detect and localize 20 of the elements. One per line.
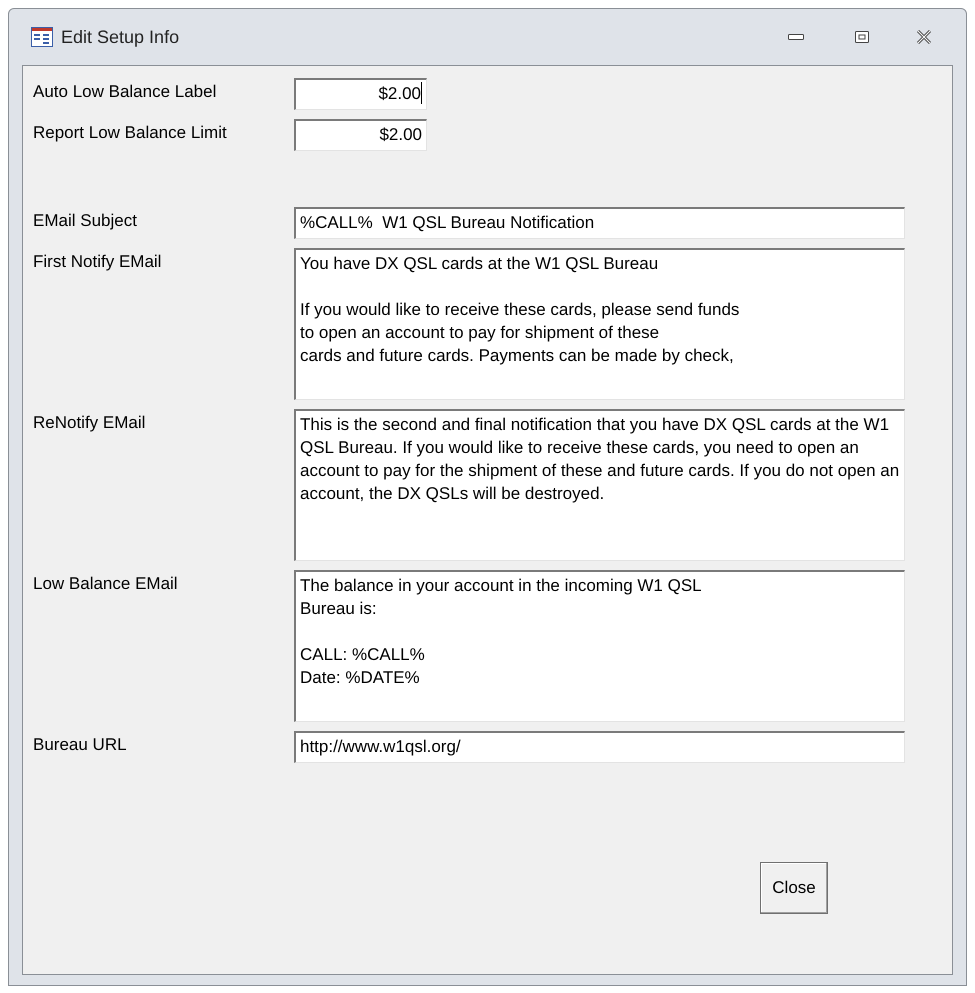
field-label: Auto Low Balance Label <box>33 81 218 103</box>
text-field[interactable]: %CALL% W1 QSL Bureau Notification <box>294 207 905 239</box>
field-label: Report Low Balance Limit <box>33 122 228 144</box>
memo-field[interactable]: The balance in your account in the incoming W1 QSL Bureau is: CALL: %CALL% Date: %DATE% <box>294 570 905 722</box>
field-label: Bureau URL <box>33 734 128 756</box>
field-label: Low Balance EMail <box>33 573 179 595</box>
amount-field[interactable]: $2.00 <box>294 119 427 151</box>
amount-field[interactable]: $2.00 <box>294 78 427 110</box>
url-field[interactable]: http://www.w1qsl.org/ <box>294 731 905 763</box>
minimize-icon <box>788 33 804 41</box>
close-icon <box>916 30 932 44</box>
window-title: Edit Setup Info <box>61 26 180 49</box>
field-label: First Notify EMail <box>33 251 162 273</box>
field-label: EMail Subject <box>33 210 138 232</box>
field-label: ReNotify EMail <box>33 412 146 434</box>
close-button[interactable]: Close <box>760 862 828 914</box>
restore-icon <box>855 31 869 43</box>
memo-field[interactable]: This is the second and final notification that you have DX QSL cards at the W1 QSL Bureau. If you would like to receive these cards, you need to open an account to pay for the shipment of these and future cards. If you do not open an account, the DX QSLs will be destroyed. <box>294 409 905 561</box>
memo-field[interactable]: You have DX QSL cards at the W1 QSL Bureau If you would like to receive these cards, please send funds to open an account to pay for shipment of these cards and future cards. Payments can be made by check, <box>294 248 905 400</box>
form-icon <box>31 27 53 47</box>
